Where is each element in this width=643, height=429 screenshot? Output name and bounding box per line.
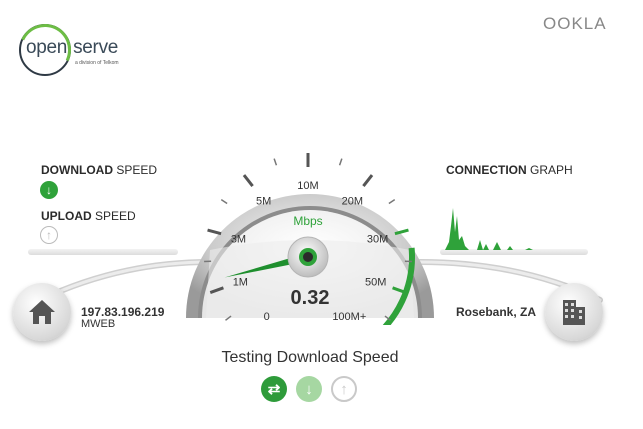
arrow-up-icon: ↑ — [40, 226, 58, 244]
connection-graph-label: CONNECTION GRAPH — [446, 163, 573, 177]
gauge-minor-tick — [220, 198, 228, 205]
arrow-up-icon: ↑ — [340, 380, 348, 398]
arrow-down-icon: ↓ — [40, 181, 58, 199]
gauge-minor-tick — [338, 158, 343, 166]
gauge-tick-label: 0 — [264, 311, 270, 323]
status-text: Testing Download Speed — [221, 349, 399, 366]
gauge-minor-tick — [388, 198, 396, 205]
home-icon — [29, 300, 55, 324]
client-isp: MWEB — [81, 318, 116, 330]
arrow-down-icon: ↓ — [305, 380, 313, 398]
gauge-tick-label: 10M — [297, 180, 318, 192]
download-button[interactable]: ↓ — [296, 376, 322, 402]
gauge-tick-label: 5M — [256, 195, 271, 207]
gauge-tick-label: 20M — [342, 195, 363, 207]
gauge-tick — [242, 174, 254, 188]
speed-readout: 0.32 — [290, 287, 330, 309]
gauge-tick-label: 1M — [233, 277, 248, 289]
connection-graph — [445, 208, 533, 250]
building-icon — [563, 300, 585, 325]
gauge-tick — [362, 174, 374, 188]
gauge-minor-tick — [273, 158, 278, 166]
download-speed-label: DOWNLOAD SPEED — [41, 163, 158, 177]
upload-speed-label: UPLOAD SPEED — [41, 209, 136, 223]
left-shelf — [28, 249, 178, 255]
gauge-tick-label: 100M+ — [332, 311, 366, 323]
gauge-tick — [207, 228, 222, 236]
gauge-unit: Mbps — [293, 214, 322, 228]
server-node — [545, 283, 603, 341]
client-node — [13, 283, 71, 341]
gauge-tick-label: 50M — [365, 277, 386, 289]
swap-arrows-icon: ⇄ — [267, 381, 281, 398]
server-location: Rosebank, ZA — [456, 305, 537, 319]
gauge-tick-label: 3M — [231, 233, 246, 245]
ping-button[interactable]: ⇄ — [261, 376, 287, 402]
client-ip: 197.83.196.219 — [81, 305, 165, 319]
upload-button[interactable]: ↑ — [331, 376, 357, 402]
gauge-tick-label: 30M — [367, 233, 388, 245]
